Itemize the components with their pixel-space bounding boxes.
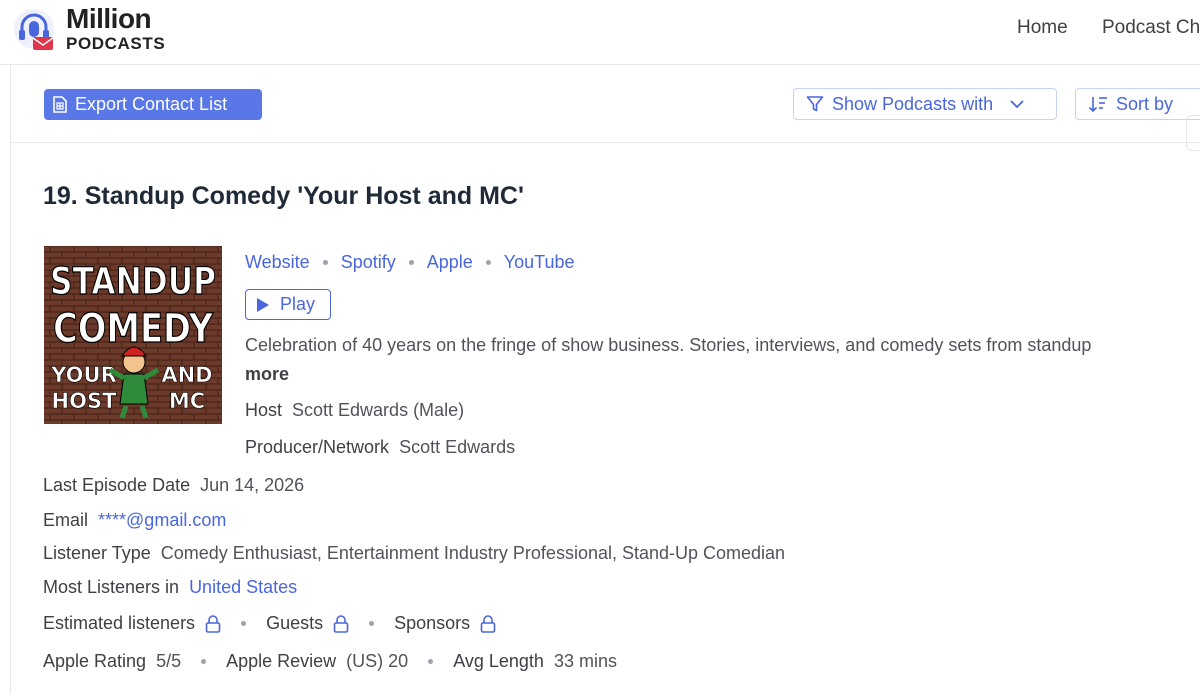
play-icon <box>257 297 269 312</box>
most-listeners-row: Most Listeners in United States <box>43 577 297 598</box>
podcast-description: Celebration of 40 years on the fringe of… <box>245 335 1092 355</box>
guests-label: Guests <box>266 613 324 633</box>
avg-length-label: Avg Length <box>453 651 544 671</box>
apple-review-label: Apple Review <box>226 651 337 671</box>
apple-review-value: (US) 20 <box>346 651 409 671</box>
cover-title-line1: STANDUP <box>50 260 216 303</box>
field-separator <box>241 621 247 626</box>
last-episode-label: Last Episode Date <box>43 475 191 495</box>
card-side-tab[interactable] <box>1186 115 1200 151</box>
producer-value: Scott Edwards <box>399 437 516 457</box>
link-separator <box>408 260 414 265</box>
lock-icon[interactable] <box>333 614 349 633</box>
brand-subtitle[interactable]: PODCASTS <box>66 34 165 54</box>
nav-home-link[interactable]: Home <box>1017 17 1068 39</box>
website-link[interactable]: Website <box>245 252 310 273</box>
cover-text-right2: MC <box>169 389 205 413</box>
podcast-cover-image[interactable]: STANDUP COMEDY YOUR HOST AND MC <box>44 246 222 424</box>
listener-type-label: Listener Type <box>43 543 151 563</box>
chevron-down-icon <box>1010 100 1024 109</box>
export-button-label: Export Contact List <box>75 94 228 114</box>
play-button[interactable]: Play <box>245 289 331 320</box>
filter-label: Show Podcasts with <box>832 93 994 114</box>
results-toolbar: Export Contact List Show Podcasts with S… <box>11 64 1200 143</box>
apple-rating-value: 5/5 <box>156 651 182 671</box>
apple-link[interactable]: Apple <box>427 252 473 273</box>
lock-icon[interactable] <box>205 614 221 633</box>
podcast-title[interactable]: 19. Standup Comedy 'Your Host and MC' <box>43 182 524 211</box>
headphones-logo-icon[interactable] <box>12 7 56 53</box>
apple-rating-label: Apple Rating <box>43 651 147 671</box>
producer-row: Producer/Network Scott Edwards <box>245 437 515 458</box>
cover-text-left2: HOST <box>52 389 118 413</box>
sponsors-label: Sponsors <box>394 613 471 633</box>
description-more-link[interactable]: more <box>245 364 289 385</box>
most-listeners-label: Most Listeners in <box>43 577 180 597</box>
export-contact-list-button[interactable]: Export Contact List <box>44 89 262 120</box>
sort-by-dropdown[interactable]: Sort by <box>1075 88 1200 120</box>
host-row: Host Scott Edwards (Male) <box>245 400 464 421</box>
link-separator <box>485 260 491 265</box>
listener-type-row: Listener Type Comedy Enthusiast, Enterta… <box>43 543 785 564</box>
link-separator <box>322 260 328 265</box>
email-label: Email <box>43 510 89 530</box>
sort-label: Sort by <box>1116 93 1174 114</box>
youtube-link[interactable]: YouTube <box>504 252 575 273</box>
most-listeners-country-link[interactable]: United States <box>189 577 297 598</box>
top-header: Million PODCASTS Home Podcast Ch <box>0 0 1200 65</box>
avg-length-value: 33 mins <box>553 651 617 671</box>
estimated-listeners-label: Estimated listeners <box>43 613 196 633</box>
filter-icon <box>806 96 824 112</box>
field-separator <box>428 659 434 664</box>
field-separator <box>201 659 207 664</box>
host-label: Host <box>245 400 283 420</box>
cover-title-line2: COMEDY <box>53 306 214 352</box>
sort-icon <box>1088 97 1107 113</box>
last-episode-value: Jun 14, 2026 <box>200 475 305 495</box>
show-podcasts-filter-dropdown[interactable]: Show Podcasts with <box>793 88 1057 120</box>
lock-icon[interactable] <box>480 614 496 633</box>
listener-type-value: Comedy Enthusiast, Entertainment Industr… <box>160 543 786 563</box>
brand-name[interactable]: Million <box>66 3 152 35</box>
spotify-link[interactable]: Spotify <box>341 252 396 273</box>
document-icon <box>53 96 67 113</box>
cover-text-right1: AND <box>161 363 212 387</box>
field-separator <box>369 621 375 626</box>
locked-fields-row: Estimated listeners Guests Sponsors <box>43 613 496 634</box>
play-button-label: Play <box>280 294 316 314</box>
podcast-links: Website Spotify Apple YouTube <box>245 252 575 273</box>
email-row: Email ****@gmail.com <box>43 510 226 531</box>
ratings-row: Apple Rating 5/5 Apple Review (US) 20 Av… <box>43 651 617 672</box>
email-link[interactable]: ****@gmail.com <box>98 510 226 531</box>
producer-label: Producer/Network <box>245 437 390 457</box>
host-value: Scott Edwards (Male) <box>292 400 465 420</box>
nav-podcast-link[interactable]: Podcast Ch <box>1102 17 1200 39</box>
last-episode-row: Last Episode Date Jun 14, 2026 <box>43 475 304 496</box>
cover-text-left1: YOUR <box>50 363 117 387</box>
